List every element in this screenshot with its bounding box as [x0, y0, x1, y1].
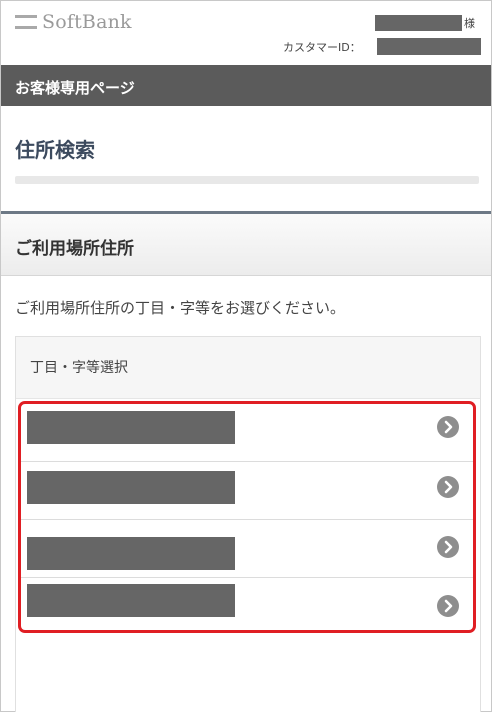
- selection-header: 丁目・字等選択: [16, 337, 480, 399]
- logo-text: SoftBank: [42, 11, 132, 33]
- chevron-right-circle-icon: [437, 416, 459, 438]
- user-honorific: 様: [464, 17, 475, 30]
- redacted-address-label: [27, 537, 235, 570]
- site-header: SoftBank 様 カスタマーID：: [1, 1, 491, 65]
- softbank-logo-mark-icon: [15, 15, 37, 29]
- address-option[interactable]: [21, 404, 473, 461]
- title-divider: [15, 176, 479, 184]
- redacted-address-label: [27, 411, 235, 444]
- chevron-right-circle-icon: [437, 595, 459, 617]
- redacted-address-label: [27, 584, 235, 617]
- address-option[interactable]: [21, 519, 473, 576]
- redacted-address-label: [27, 471, 235, 504]
- section-title: ご利用場所住所: [15, 239, 134, 259]
- redacted-customer-id: [377, 38, 481, 55]
- customer-id-label: カスタマーID：: [283, 41, 361, 54]
- member-page-bar: お客様専用ページ: [1, 65, 491, 106]
- address-option[interactable]: [21, 461, 473, 518]
- instruction-text: ご利用場所住所の丁目・字等をお選びください。: [15, 299, 346, 317]
- member-page-title: お客様専用ページ: [15, 79, 135, 97]
- redacted-user-name: [375, 15, 462, 31]
- page-title: 住所検索: [15, 138, 95, 162]
- chevron-right-circle-icon: [437, 476, 459, 498]
- selection-panel: 丁目・字等選択: [15, 336, 481, 712]
- selection-header-label: 丁目・字等選択: [30, 360, 128, 376]
- chevron-right-circle-icon: [437, 536, 459, 558]
- page-frame: SoftBank 様 カスタマーID： お客様専用ページ 住所検索 ご利用場所住…: [0, 0, 492, 712]
- address-option[interactable]: [21, 577, 473, 634]
- highlight-frame: [18, 401, 476, 633]
- softbank-logo[interactable]: SoftBank: [15, 11, 132, 33]
- section-header: ご利用場所住所: [1, 214, 491, 276]
